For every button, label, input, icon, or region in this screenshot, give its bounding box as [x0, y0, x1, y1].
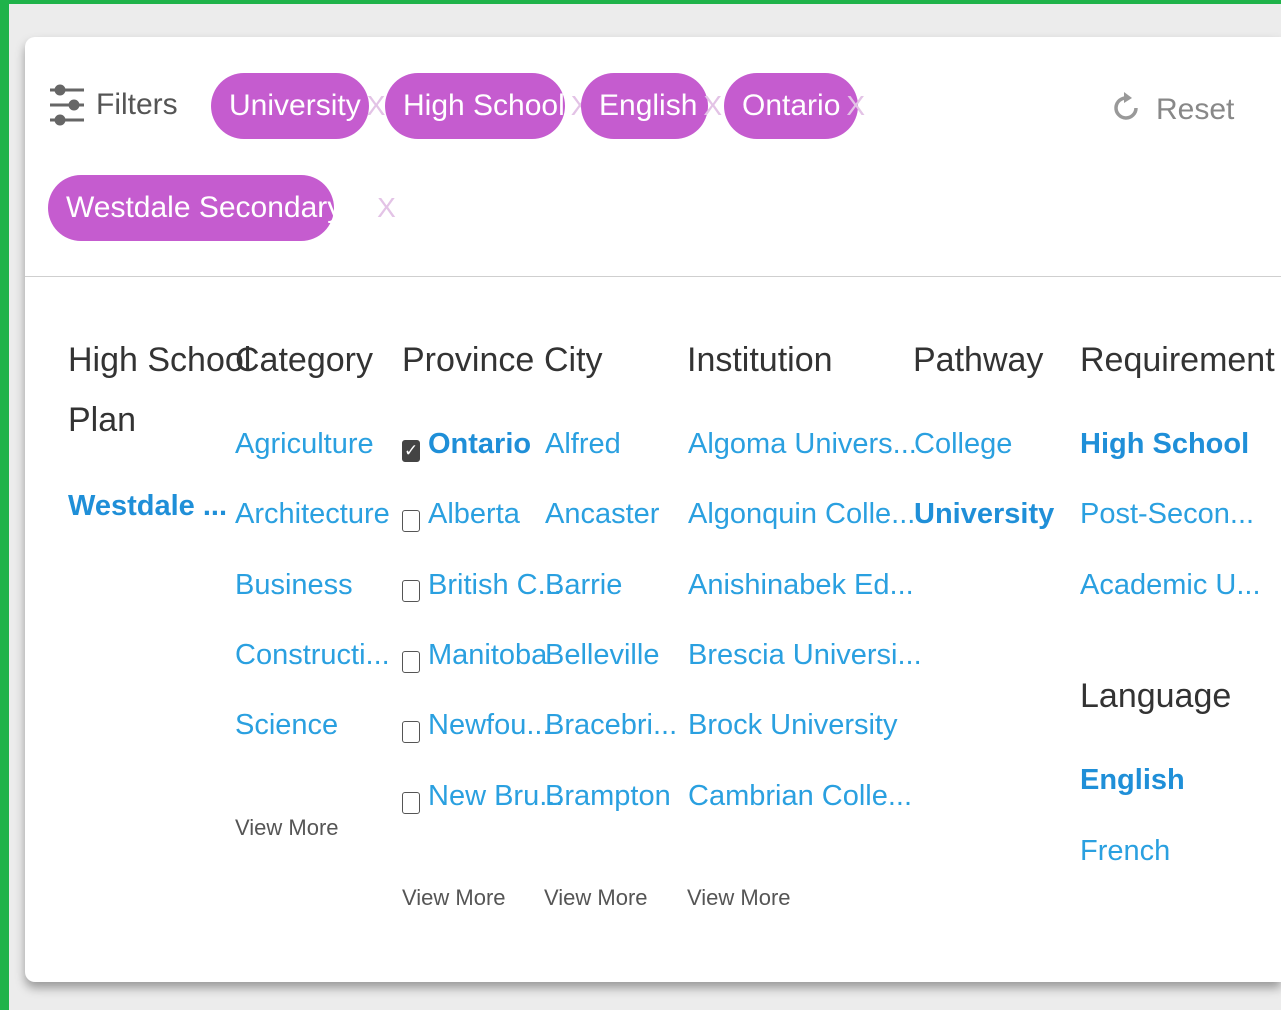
category-item[interactable]: Constructi...	[235, 639, 390, 672]
requirement-heading: Requirement	[1080, 341, 1275, 379]
province-item[interactable]: Newfou...	[428, 709, 551, 742]
chip-label: English	[599, 89, 698, 122]
city-view-more[interactable]: View More	[544, 885, 648, 911]
plan-heading: High School	[68, 341, 252, 379]
chip-high-school[interactable]: High SchoolX	[385, 73, 589, 139]
category-item[interactable]: Architecture	[235, 498, 390, 531]
city-item[interactable]: Ancaster	[545, 498, 659, 531]
refresh-icon	[1112, 86, 1142, 134]
city-item[interactable]: Bracebri...	[545, 709, 677, 742]
language-heading: Language	[1080, 677, 1232, 715]
institution-item[interactable]: Brock University	[688, 709, 898, 742]
province-checkbox[interactable]	[402, 580, 420, 602]
institution-item[interactable]: Algonquin Colle...	[688, 498, 915, 531]
institution-item[interactable]: Cambrian Colle...	[688, 780, 912, 813]
filters-label: Filters	[96, 88, 178, 121]
chip-english[interactable]: English X	[581, 73, 722, 139]
institution-heading: Institution	[687, 341, 833, 379]
institution-view-more[interactable]: View More	[687, 885, 791, 911]
province-checkbox[interactable]	[402, 651, 420, 673]
city-item[interactable]: Alfred	[545, 428, 621, 461]
category-item[interactable]: Business	[235, 569, 353, 602]
requirement-item[interactable]: Academic U...	[1080, 569, 1261, 602]
province-item[interactable]: Alberta	[428, 498, 520, 531]
institution-item[interactable]: Brescia Universi...	[688, 639, 922, 672]
close-icon[interactable]: X	[846, 90, 865, 122]
city-heading: City	[544, 341, 603, 379]
divider	[25, 276, 1281, 277]
city-item[interactable]: Barrie	[545, 569, 622, 602]
city-item[interactable]: Brampton	[545, 780, 671, 813]
language-item[interactable]: French	[1080, 835, 1170, 868]
pathway-item[interactable]: College	[914, 428, 1012, 461]
category-view-more[interactable]: View More	[235, 815, 339, 841]
plan-heading-line2: Plan	[68, 401, 137, 439]
province-checkbox[interactable]	[402, 792, 420, 814]
reset-button[interactable]: Reset	[1112, 86, 1234, 134]
category-heading: Category	[235, 341, 373, 379]
language-item[interactable]: English	[1080, 764, 1185, 797]
chip-label: Westdale Secondary...	[66, 191, 366, 224]
province-item[interactable]: British C...	[428, 569, 562, 602]
filters-header: Filters	[48, 80, 178, 130]
chip-westdale[interactable]: Westdale Secondary... X	[48, 175, 396, 241]
close-icon[interactable]: X	[367, 90, 386, 122]
pathway-item[interactable]: University	[914, 498, 1054, 531]
category-item[interactable]: Agriculture	[235, 428, 374, 461]
plan-item[interactable]: Westdale ...	[68, 490, 227, 523]
sliders-icon	[48, 80, 86, 130]
reset-label: Reset	[1156, 93, 1235, 126]
close-icon[interactable]: X	[703, 90, 722, 122]
province-checkbox[interactable]	[402, 510, 420, 532]
province-checkbox[interactable]	[402, 440, 420, 462]
province-heading: Province	[402, 341, 535, 379]
chip-university[interactable]: University X	[211, 73, 385, 139]
chip-label: Ontario	[742, 89, 841, 122]
pathway-heading: Pathway	[913, 341, 1044, 379]
province-item[interactable]: New Bru...	[428, 780, 563, 813]
city-item[interactable]: Belleville	[545, 639, 659, 672]
requirement-item[interactable]: High School	[1080, 428, 1249, 461]
close-icon[interactable]: X	[377, 192, 396, 224]
province-item[interactable]: Ontario	[428, 428, 531, 461]
requirement-item[interactable]: Post-Secon...	[1080, 498, 1254, 531]
chip-ontario[interactable]: Ontario X	[724, 73, 865, 139]
institution-item[interactable]: Anishinabek Ed...	[688, 569, 914, 602]
province-item[interactable]: Manitoba	[428, 639, 547, 672]
chip-label: University	[229, 89, 361, 122]
chip-label: High School	[403, 89, 565, 122]
institution-item[interactable]: Algoma Univers...	[688, 428, 917, 461]
category-item[interactable]: Science	[235, 709, 338, 742]
province-view-more[interactable]: View More	[402, 885, 506, 911]
province-checkbox[interactable]	[402, 721, 420, 743]
